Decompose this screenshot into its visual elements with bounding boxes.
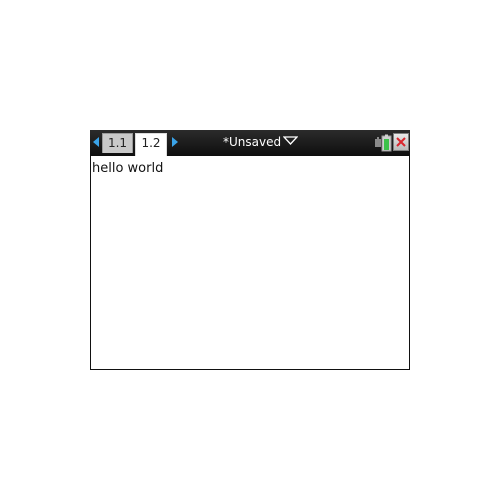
content-text[interactable]: hello world [92,161,163,177]
tab-page-1-1[interactable]: 1.1 [102,133,133,153]
close-button[interactable] [393,133,409,151]
document-title[interactable]: *Unsaved [223,134,281,150]
tab-page-1-2[interactable]: 1.2 [135,133,167,156]
document-content-area[interactable]: hello world [90,156,410,370]
close-icon [396,137,406,147]
title-bar: 1.1 1.2 *Unsaved [90,130,410,156]
previous-page-arrow-icon[interactable] [93,137,99,147]
battery-icon [375,134,392,152]
calculator-screen: 1.1 1.2 *Unsaved hello world [90,130,410,370]
next-page-arrow-icon[interactable] [172,137,178,147]
dropdown-triangle-icon[interactable] [283,136,298,146]
